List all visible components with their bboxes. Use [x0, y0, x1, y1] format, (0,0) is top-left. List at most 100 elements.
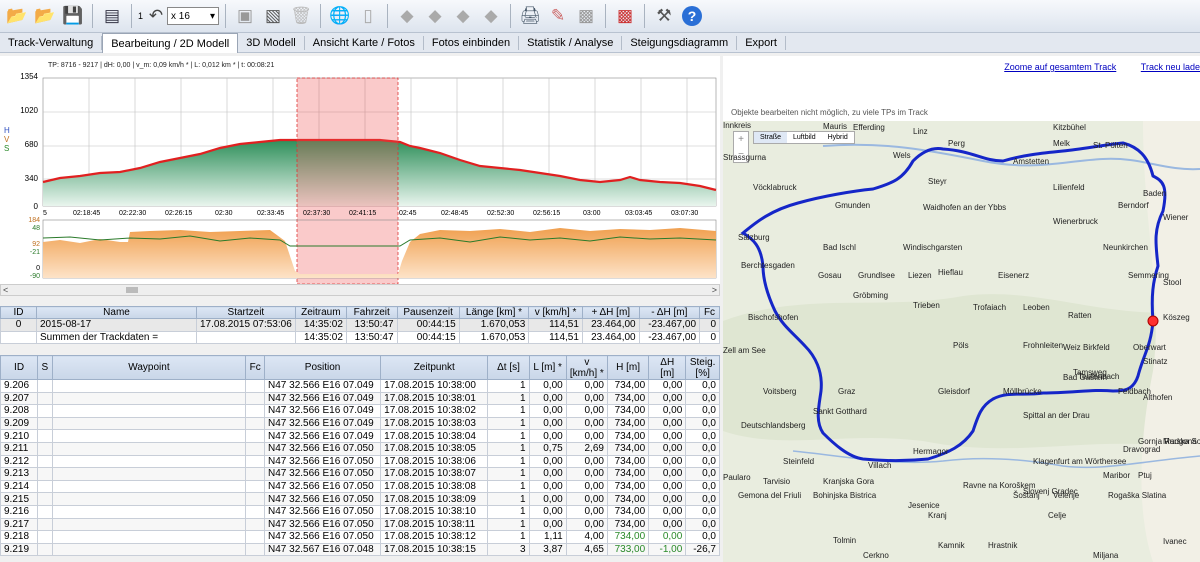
select-checkbox[interactable] — [37, 542, 53, 557]
scroll-left-icon[interactable]: < — [3, 285, 8, 295]
cell: 0,00 — [528, 467, 567, 481]
zoom-in-icon[interactable]: + — [734, 132, 748, 147]
map-place-label: Gemona del Friuli — [738, 491, 802, 500]
tab-fotos-einbinden[interactable]: Fotos einbinden — [424, 35, 520, 50]
zoom-to-track-link[interactable]: Zoome auf gesamtem Track — [1004, 62, 1116, 72]
table-row[interactable]: 9.206 N47 32.566 E16 07.049 17.08.2015 10:… — [0, 379, 720, 393]
map-mode-road[interactable]: Straße — [754, 132, 788, 143]
bottle-icon[interactable]: ▯ — [355, 3, 381, 29]
col-header[interactable]: - ΔH [m] — [638, 306, 701, 319]
table-row[interactable]: 9.219 N47 32.567 E16 07.048 17.08.2015 10:… — [0, 542, 720, 557]
tab-ansicht-karte[interactable]: Ansicht Karte / Fotos — [305, 35, 424, 50]
save-icon[interactable]: 💾 — [60, 3, 86, 29]
select-checkbox[interactable] — [37, 441, 53, 456]
col-header[interactable]: S — [37, 355, 53, 380]
scroll-right-icon[interactable]: > — [712, 285, 717, 295]
tab-track-verwaltung[interactable]: Track-Verwaltung — [0, 35, 103, 50]
tag-icon-2[interactable]: ◆ — [422, 3, 448, 29]
col-header[interactable]: + ΔH [m] — [581, 306, 640, 319]
table-row[interactable]: 9.208 N47 32.566 E16 07.049 17.08.2015 10:… — [0, 404, 720, 418]
table-row[interactable]: 9.212 N47 32.566 E16 07.050 17.08.2015 10:… — [0, 454, 720, 469]
scrollbar-thumb[interactable] — [126, 287, 138, 293]
image-edit-icon[interactable]: ✎ — [545, 3, 571, 29]
col-header[interactable]: Zeitraum — [294, 306, 347, 319]
col-header[interactable]: Startzeit — [196, 306, 296, 319]
col-header[interactable]: ΔH [m] — [648, 355, 687, 380]
delete-icon[interactable]: 🗑 — [288, 3, 314, 29]
tab-bearbeitung-2d[interactable]: Bearbeitung / 2D Modell — [102, 32, 239, 53]
select-checkbox[interactable] — [37, 379, 53, 393]
col-header[interactable]: Fc — [245, 355, 266, 380]
tag-icon-1[interactable]: ◆ — [394, 3, 420, 29]
col-header[interactable]: Name — [36, 306, 197, 319]
table-row[interactable]: 9.207 N47 32.566 E16 07.049 17.08.2015 10:… — [0, 391, 720, 406]
table-row[interactable]: 9.211 N47 32.566 E16 07.050 17.08.2015 10:… — [0, 441, 720, 456]
table-row[interactable]: 9.215 N47 32.566 E16 07.050 17.08.2015 10:… — [0, 492, 720, 506]
chart-icon[interactable]: ▩ — [612, 3, 638, 29]
col-header[interactable]: L [m] * — [528, 355, 567, 380]
tab-steigungsdiagramm[interactable]: Steigungsdiagramm — [622, 35, 738, 50]
reload-track-link[interactable]: Track neu lade — [1141, 62, 1200, 72]
select-checkbox[interactable] — [37, 429, 53, 443]
select-checkbox[interactable] — [37, 467, 53, 481]
cell: 13:50:47 — [345, 318, 398, 332]
select-checkbox[interactable] — [37, 391, 53, 406]
cell: 17.08.2015 10:38:01 — [380, 391, 489, 406]
zoom-select[interactable]: x 16 ▾ — [167, 7, 220, 25]
tag-icon-4[interactable]: ◆ — [478, 3, 504, 29]
image-icon[interactable]: ▩ — [573, 3, 599, 29]
col-header[interactable]: v [km/h] * — [565, 355, 608, 380]
table-row[interactable]: 9.214 N47 32.566 E16 07.050 17.08.2015 10:… — [0, 479, 720, 494]
col-header[interactable]: Δt [s] — [487, 355, 530, 380]
select-checkbox[interactable] — [37, 492, 53, 506]
col-header[interactable]: Fahrzeit — [345, 306, 398, 319]
table-row[interactable]: 9.216 N47 32.566 E16 07.050 17.08.2015 10:… — [0, 504, 720, 519]
open-folder-icon[interactable]: 📂 — [32, 3, 58, 29]
globe-icon[interactable]: 🌐 — [327, 3, 353, 29]
map-mode-aerial[interactable]: Luftbild — [787, 132, 822, 143]
col-header[interactable]: Steig. [%] — [685, 355, 720, 380]
elevation-profile-chart[interactable]: TP: 8716 - 9217 | dH: 0,00 | v_m: 0,09 k… — [0, 56, 720, 284]
select-checkbox[interactable] — [37, 454, 53, 469]
col-header[interactable]: ID — [0, 306, 37, 319]
select-tool-icon[interactable]: ▣ — [232, 3, 258, 29]
map-view[interactable]: + − Straße Luftbild Hybrid Efferding Linz P… — [723, 121, 1200, 562]
table-row[interactable]: 9.217 N47 32.566 E16 07.050 17.08.2015 10:… — [0, 517, 720, 532]
table-row[interactable]: 9.218 N47 32.566 E16 07.050 17.08.2015 10:… — [0, 530, 720, 544]
map-place-label: Kranj — [928, 511, 947, 520]
col-header[interactable]: Fc — [699, 306, 720, 319]
tab-3d-modell[interactable]: 3D Modell — [238, 35, 305, 50]
map-mode-hybrid[interactable]: Hybrid — [822, 132, 854, 143]
edit-page-icon[interactable]: ▧ — [260, 3, 286, 29]
select-checkbox[interactable] — [37, 479, 53, 494]
col-header[interactable]: H [m] — [606, 355, 650, 380]
col-header[interactable]: Länge [km] * — [458, 306, 530, 319]
tab-export[interactable]: Export — [737, 35, 786, 50]
device-icon[interactable]: ▤ — [99, 3, 125, 29]
col-header[interactable]: v [km/h] * — [528, 306, 583, 319]
tag-icon-3[interactable]: ◆ — [450, 3, 476, 29]
chart-scrollbar[interactable]: < > — [0, 284, 720, 296]
col-header[interactable]: Position — [264, 355, 382, 380]
cell: 0,0 — [685, 391, 720, 406]
tab-statistik[interactable]: Statistik / Analyse — [519, 35, 623, 50]
select-checkbox[interactable] — [37, 517, 53, 532]
table-row[interactable]: 9.209 N47 32.566 E16 07.049 17.08.2015 10:… — [0, 416, 720, 431]
print-icon[interactable]: 🖨 — [517, 3, 543, 29]
table-row[interactable]: 0 2015-08-17 17.08.2015 07:53:06 14:35:0… — [0, 318, 720, 332]
col-header[interactable]: ID — [0, 355, 39, 380]
select-checkbox[interactable] — [37, 530, 53, 544]
cell: 0,0 — [685, 429, 720, 443]
help-icon[interactable]: ? — [679, 3, 705, 29]
col-header[interactable]: Pausenzeit — [396, 306, 460, 319]
undo-icon[interactable]: ↶ — [147, 3, 165, 29]
tools-icon[interactable]: ⚒ — [651, 3, 677, 29]
table-row[interactable]: 9.213 N47 32.566 E16 07.050 17.08.2015 10:… — [0, 467, 720, 481]
select-checkbox[interactable] — [37, 416, 53, 431]
col-header[interactable]: Waypoint — [51, 355, 247, 380]
table-row[interactable]: 9.210 N47 32.566 E16 07.049 17.08.2015 10:… — [0, 429, 720, 443]
select-checkbox[interactable] — [37, 404, 53, 418]
select-checkbox[interactable] — [37, 504, 53, 519]
col-header[interactable]: Zeitpunkt — [380, 355, 489, 380]
new-folder-icon[interactable]: 📂 — [4, 3, 30, 29]
